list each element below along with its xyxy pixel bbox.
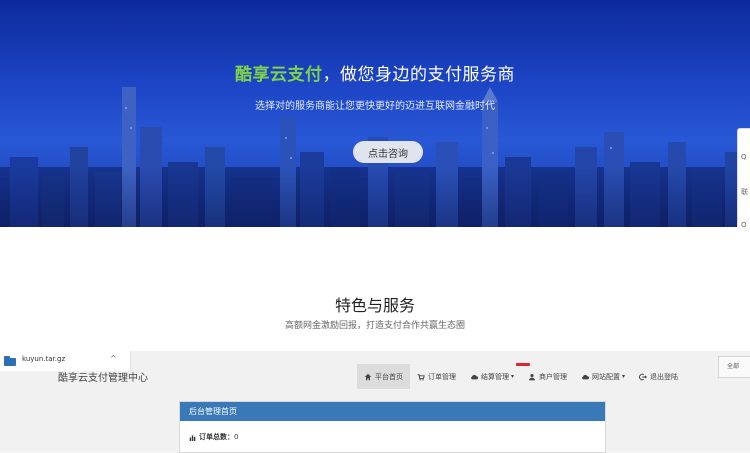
nav-item-merchants[interactable]: 商户管理	[521, 364, 574, 389]
side-float-item-contact[interactable]: 联	[741, 187, 748, 197]
order-total-label: 订单总数：	[199, 433, 234, 441]
admin-home-panel: 后台管理首页 订单总数： 0	[179, 401, 606, 453]
order-total-value: 0	[234, 433, 239, 441]
chevron-up-icon[interactable]: ^	[110, 354, 117, 363]
chevron-down-icon: ▾	[511, 373, 515, 380]
archive-file-icon	[4, 356, 16, 366]
nav-item-logout-label: 退出登陆	[650, 372, 679, 381]
home-icon	[364, 373, 372, 380]
nav-item-home-label: 平台首页	[375, 372, 403, 381]
order-total-row: 订单总数： 0	[189, 432, 238, 442]
side-float-item-qq[interactable]: Q	[741, 153, 747, 161]
nav-item-home[interactable]: 平台首页	[357, 364, 410, 389]
top-right-tab-label: 全部	[727, 363, 740, 370]
cloud-icon	[582, 374, 590, 379]
nav-item-site-config[interactable]: 网站配置 ▾	[574, 364, 632, 389]
nav-item-orders-label: 订单管理	[428, 372, 456, 381]
download-bar[interactable]: kuyun.tar.gz ^	[0, 351, 131, 371]
nav-item-settlement-label: 结算管理	[481, 372, 509, 381]
user-icon	[529, 373, 535, 380]
hero-title: 酷享云支付，做您身边的支付服务商	[0, 60, 750, 85]
features-title: 特色与服务	[334, 296, 415, 315]
download-file-name[interactable]: kuyun.tar.gz	[22, 355, 65, 363]
hero-banner: 酷享云支付，做您身边的支付服务商 选择对的服务商能让您更快更好的迈进互联网金融时…	[0, 0, 750, 227]
features-subtitle: 高额网金激励回报，打造支付合作共赢生态圈	[284, 321, 465, 331]
top-right-tab[interactable]: 全部	[718, 356, 750, 378]
nav-item-orders[interactable]: 订单管理	[410, 364, 463, 389]
nav-item-merchants-label: 商户管理	[539, 372, 568, 381]
nav-item-settlement[interactable]: 结算管理 ▾	[463, 364, 521, 389]
nav-item-logout[interactable]: 退出登陆	[632, 364, 685, 389]
consult-button[interactable]: 点击咨询	[353, 141, 423, 163]
bar-chart-icon	[189, 434, 196, 441]
hero-title-text: ，做您身边的支付服务商	[322, 65, 515, 85]
hero-brand-name: 酷享云支付	[235, 65, 323, 85]
cloud-icon	[471, 374, 478, 379]
admin-brand-title: 酷享云支付管理中心	[58, 373, 148, 384]
cart-icon	[417, 373, 425, 381]
nav-item-site-config-label: 网站配置	[592, 372, 621, 381]
chevron-down-icon: ▾	[622, 373, 626, 380]
logout-icon	[639, 373, 647, 380]
features-section: 特色与服务 高额网金激励回报，打造支付合作共赢生态圈	[0, 227, 750, 351]
admin-nav: 平台首页 订单管理 结算管理 ▾ 商户管理 网站配置 ▾ 退出登陆	[357, 364, 685, 389]
panel-title: 后台管理首页	[180, 402, 605, 421]
hero-subtitle: 选择对的服务商能让您更快更好的迈进互联网金融时代	[255, 101, 495, 112]
